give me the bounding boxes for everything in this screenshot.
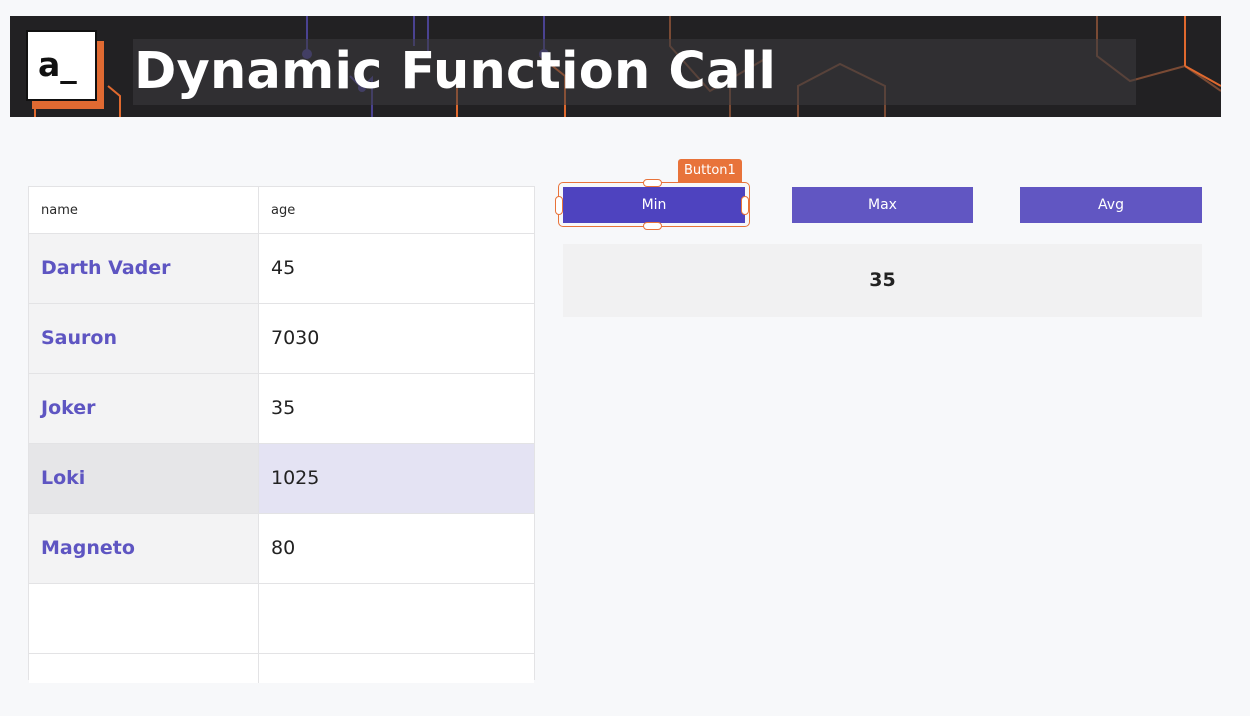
min-button[interactable]: Min (563, 187, 745, 223)
cell-age[interactable]: 80 (259, 514, 534, 583)
table-row[interactable]: Joker 35 (29, 374, 534, 444)
characters-table: name age Darth Vader 45 Sauron 7030 Joke… (28, 186, 535, 683)
table-row-empty (29, 584, 534, 654)
cell-name[interactable]: Sauron (29, 304, 259, 373)
app-canvas: a_ Dynamic Function Call name age Darth … (0, 0, 1250, 716)
resize-handle-left[interactable] (555, 196, 563, 215)
page-title: Dynamic Function Call (134, 42, 777, 101)
avg-button[interactable]: Avg (1020, 187, 1202, 223)
cell-name-empty (29, 654, 259, 683)
max-button[interactable]: Max (792, 187, 973, 223)
table-row-selected[interactable]: Loki 1025 (29, 444, 534, 514)
table-row[interactable]: Sauron 7030 (29, 304, 534, 374)
cell-age[interactable]: 7030 (259, 304, 534, 373)
table-row-empty (29, 654, 534, 683)
cell-name[interactable]: Darth Vader (29, 234, 259, 303)
resize-handle-top[interactable] (643, 179, 662, 187)
widget-name-tag[interactable]: Button1 (678, 159, 742, 182)
cell-age-empty (259, 584, 534, 653)
column-header-age[interactable]: age (259, 187, 534, 233)
table-header: name age (29, 187, 534, 234)
cell-age[interactable]: 35 (259, 374, 534, 443)
table-row[interactable]: Magneto 80 (29, 514, 534, 584)
cell-name[interactable]: Magneto (29, 514, 259, 583)
column-header-name[interactable]: name (29, 187, 259, 233)
cell-age[interactable]: 1025 (259, 444, 534, 513)
cell-name[interactable]: Loki (29, 444, 259, 513)
cell-name-empty (29, 584, 259, 653)
resize-handle-right[interactable] (741, 196, 749, 215)
cell-age[interactable]: 45 (259, 234, 534, 303)
table-row[interactable]: Darth Vader 45 (29, 234, 534, 304)
resize-handle-bottom[interactable] (643, 222, 662, 230)
cell-age-empty (259, 654, 534, 683)
cell-name[interactable]: Joker (29, 374, 259, 443)
header-banner: a_ Dynamic Function Call (10, 16, 1221, 117)
app-logo: a_ (26, 30, 97, 101)
result-text: 35 (563, 244, 1202, 317)
